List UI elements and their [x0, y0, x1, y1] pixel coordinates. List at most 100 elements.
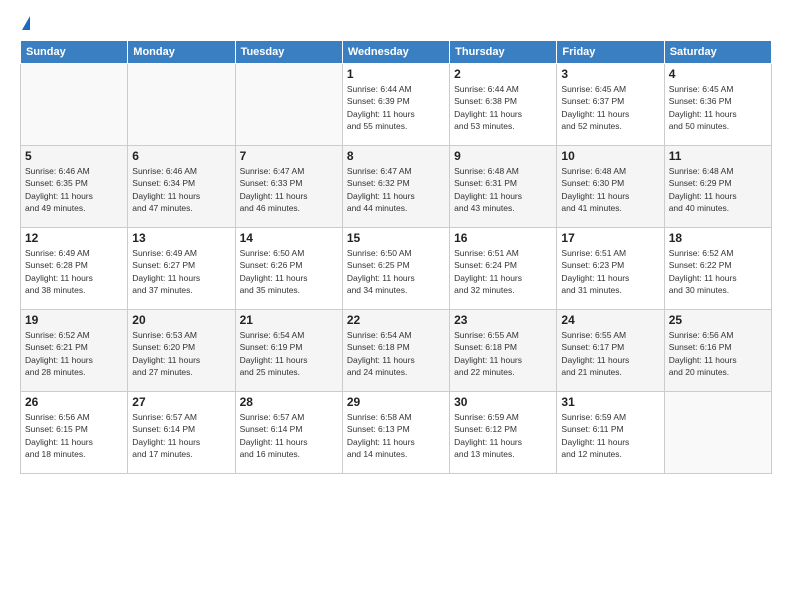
day-number: 23 [454, 313, 552, 327]
day-number: 10 [561, 149, 659, 163]
calendar-cell: 28 Sunrise: 6:57 AM Sunset: 6:14 PM Dayli… [235, 392, 342, 474]
day-number: 7 [240, 149, 338, 163]
calendar-cell: 5 Sunrise: 6:46 AM Sunset: 6:35 PM Daylig… [21, 146, 128, 228]
calendar-cell: 14 Sunrise: 6:50 AM Sunset: 6:26 PM Dayli… [235, 228, 342, 310]
day-number: 9 [454, 149, 552, 163]
day-info: Sunrise: 6:57 AM Sunset: 6:14 PM Dayligh… [132, 411, 230, 460]
logo [20, 16, 30, 30]
calendar-cell: 20 Sunrise: 6:53 AM Sunset: 6:20 PM Dayli… [128, 310, 235, 392]
calendar-cell: 18Sunrise: 6:52 AM Sunset: 6:22 PM Dayli… [664, 228, 771, 310]
day-number: 15 [347, 231, 445, 245]
day-number: 21 [240, 313, 338, 327]
calendar-cell: 12 Sunrise: 6:49 AM Sunset: 6:28 PM Dayli… [21, 228, 128, 310]
day-info: Sunrise: 6:49 AM Sunset: 6:27 PM Dayligh… [132, 247, 230, 296]
day-info: Sunrise: 6:53 AM Sunset: 6:20 PM Dayligh… [132, 329, 230, 378]
day-info: Sunrise: 6:44 AM Sunset: 6:38 PM Dayligh… [454, 83, 552, 132]
day-info: Sunrise: 6:48 AM Sunset: 6:30 PM Dayligh… [561, 165, 659, 214]
day-info: Sunrise: 6:59 AM Sunset: 6:11 PM Dayligh… [561, 411, 659, 460]
day-info: Sunrise: 6:46 AM Sunset: 6:35 PM Dayligh… [25, 165, 123, 214]
day-number: 30 [454, 395, 552, 409]
page: SundayMondayTuesdayWednesdayThursdayFrid… [0, 0, 792, 612]
calendar-header-tuesday: Tuesday [235, 41, 342, 64]
calendar-cell: 25Sunrise: 6:56 AM Sunset: 6:16 PM Dayli… [664, 310, 771, 392]
header [20, 16, 772, 30]
day-info: Sunrise: 6:55 AM Sunset: 6:18 PM Dayligh… [454, 329, 552, 378]
calendar-cell: 31 Sunrise: 6:59 AM Sunset: 6:11 PM Dayli… [557, 392, 664, 474]
day-number: 16 [454, 231, 552, 245]
calendar-week-2: 5 Sunrise: 6:46 AM Sunset: 6:35 PM Daylig… [21, 146, 772, 228]
day-number: 22 [347, 313, 445, 327]
calendar-header-monday: Monday [128, 41, 235, 64]
day-info: Sunrise: 6:52 AM Sunset: 6:21 PM Dayligh… [25, 329, 123, 378]
calendar-cell: 11 Sunrise: 6:48 AM Sunset: 6:29 PM Dayli… [664, 146, 771, 228]
day-info: Sunrise: 6:57 AM Sunset: 6:14 PM Dayligh… [240, 411, 338, 460]
calendar-cell: 6 Sunrise: 6:46 AM Sunset: 6:34 PM Daylig… [128, 146, 235, 228]
calendar-cell: 27 Sunrise: 6:57 AM Sunset: 6:14 PM Dayli… [128, 392, 235, 474]
day-info: Sunrise: 6:45 AM Sunset: 6:36 PM Dayligh… [669, 83, 767, 132]
day-number: 18 [669, 231, 767, 245]
day-number: 24 [561, 313, 659, 327]
day-info: Sunrise: 6:56 AM Sunset: 6:16 PM Dayligh… [669, 329, 767, 378]
calendar-cell: 13 Sunrise: 6:49 AM Sunset: 6:27 PM Dayli… [128, 228, 235, 310]
day-info: Sunrise: 6:55 AM Sunset: 6:17 PM Dayligh… [561, 329, 659, 378]
day-number: 20 [132, 313, 230, 327]
day-info: Sunrise: 6:58 AM Sunset: 6:13 PM Dayligh… [347, 411, 445, 460]
day-number: 17 [561, 231, 659, 245]
day-number: 27 [132, 395, 230, 409]
day-number: 26 [25, 395, 123, 409]
day-info: Sunrise: 6:45 AM Sunset: 6:37 PM Dayligh… [561, 83, 659, 132]
calendar-cell [21, 64, 128, 146]
calendar-cell: 26Sunrise: 6:56 AM Sunset: 6:15 PM Dayli… [21, 392, 128, 474]
calendar-cell: 9 Sunrise: 6:48 AM Sunset: 6:31 PM Daylig… [450, 146, 557, 228]
day-number: 2 [454, 67, 552, 81]
calendar-header-saturday: Saturday [664, 41, 771, 64]
calendar-cell: 24 Sunrise: 6:55 AM Sunset: 6:17 PM Dayli… [557, 310, 664, 392]
calendar-header-thursday: Thursday [450, 41, 557, 64]
calendar-cell [128, 64, 235, 146]
calendar-cell [235, 64, 342, 146]
day-number: 31 [561, 395, 659, 409]
day-number: 5 [25, 149, 123, 163]
calendar-cell: 4 Sunrise: 6:45 AM Sunset: 6:36 PM Daylig… [664, 64, 771, 146]
calendar-cell: 15 Sunrise: 6:50 AM Sunset: 6:25 PM Dayli… [342, 228, 449, 310]
day-info: Sunrise: 6:48 AM Sunset: 6:29 PM Dayligh… [669, 165, 767, 214]
calendar-week-1: 1Sunrise: 6:44 AM Sunset: 6:39 PM Daylig… [21, 64, 772, 146]
day-info: Sunrise: 6:51 AM Sunset: 6:23 PM Dayligh… [561, 247, 659, 296]
calendar-header-wednesday: Wednesday [342, 41, 449, 64]
day-number: 4 [669, 67, 767, 81]
calendar-cell: 29Sunrise: 6:58 AM Sunset: 6:13 PM Dayli… [342, 392, 449, 474]
calendar-header-sunday: Sunday [21, 41, 128, 64]
calendar: SundayMondayTuesdayWednesdayThursdayFrid… [20, 40, 772, 474]
day-info: Sunrise: 6:50 AM Sunset: 6:26 PM Dayligh… [240, 247, 338, 296]
calendar-cell: 10 Sunrise: 6:48 AM Sunset: 6:30 PM Dayli… [557, 146, 664, 228]
calendar-cell: 1Sunrise: 6:44 AM Sunset: 6:39 PM Daylig… [342, 64, 449, 146]
day-number: 6 [132, 149, 230, 163]
day-info: Sunrise: 6:44 AM Sunset: 6:39 PM Dayligh… [347, 83, 445, 132]
day-info: Sunrise: 6:50 AM Sunset: 6:25 PM Dayligh… [347, 247, 445, 296]
calendar-header-friday: Friday [557, 41, 664, 64]
logo-triangle-icon [22, 16, 30, 30]
calendar-cell: 2 Sunrise: 6:44 AM Sunset: 6:38 PM Daylig… [450, 64, 557, 146]
day-info: Sunrise: 6:51 AM Sunset: 6:24 PM Dayligh… [454, 247, 552, 296]
day-number: 14 [240, 231, 338, 245]
calendar-cell: 3Sunrise: 6:45 AM Sunset: 6:37 PM Daylig… [557, 64, 664, 146]
calendar-cell: 19Sunrise: 6:52 AM Sunset: 6:21 PM Dayli… [21, 310, 128, 392]
day-number: 12 [25, 231, 123, 245]
day-number: 28 [240, 395, 338, 409]
calendar-cell: 23 Sunrise: 6:55 AM Sunset: 6:18 PM Dayli… [450, 310, 557, 392]
calendar-cell: 21 Sunrise: 6:54 AM Sunset: 6:19 PM Dayli… [235, 310, 342, 392]
calendar-cell: 16 Sunrise: 6:51 AM Sunset: 6:24 PM Dayli… [450, 228, 557, 310]
calendar-week-3: 12 Sunrise: 6:49 AM Sunset: 6:28 PM Dayli… [21, 228, 772, 310]
day-number: 11 [669, 149, 767, 163]
day-number: 8 [347, 149, 445, 163]
day-info: Sunrise: 6:46 AM Sunset: 6:34 PM Dayligh… [132, 165, 230, 214]
day-number: 13 [132, 231, 230, 245]
day-info: Sunrise: 6:48 AM Sunset: 6:31 PM Dayligh… [454, 165, 552, 214]
calendar-header-row: SundayMondayTuesdayWednesdayThursdayFrid… [21, 41, 772, 64]
day-info: Sunrise: 6:47 AM Sunset: 6:33 PM Dayligh… [240, 165, 338, 214]
day-info: Sunrise: 6:49 AM Sunset: 6:28 PM Dayligh… [25, 247, 123, 296]
calendar-cell: 30 Sunrise: 6:59 AM Sunset: 6:12 PM Dayli… [450, 392, 557, 474]
day-info: Sunrise: 6:59 AM Sunset: 6:12 PM Dayligh… [454, 411, 552, 460]
calendar-week-4: 19Sunrise: 6:52 AM Sunset: 6:21 PM Dayli… [21, 310, 772, 392]
day-info: Sunrise: 6:54 AM Sunset: 6:19 PM Dayligh… [240, 329, 338, 378]
